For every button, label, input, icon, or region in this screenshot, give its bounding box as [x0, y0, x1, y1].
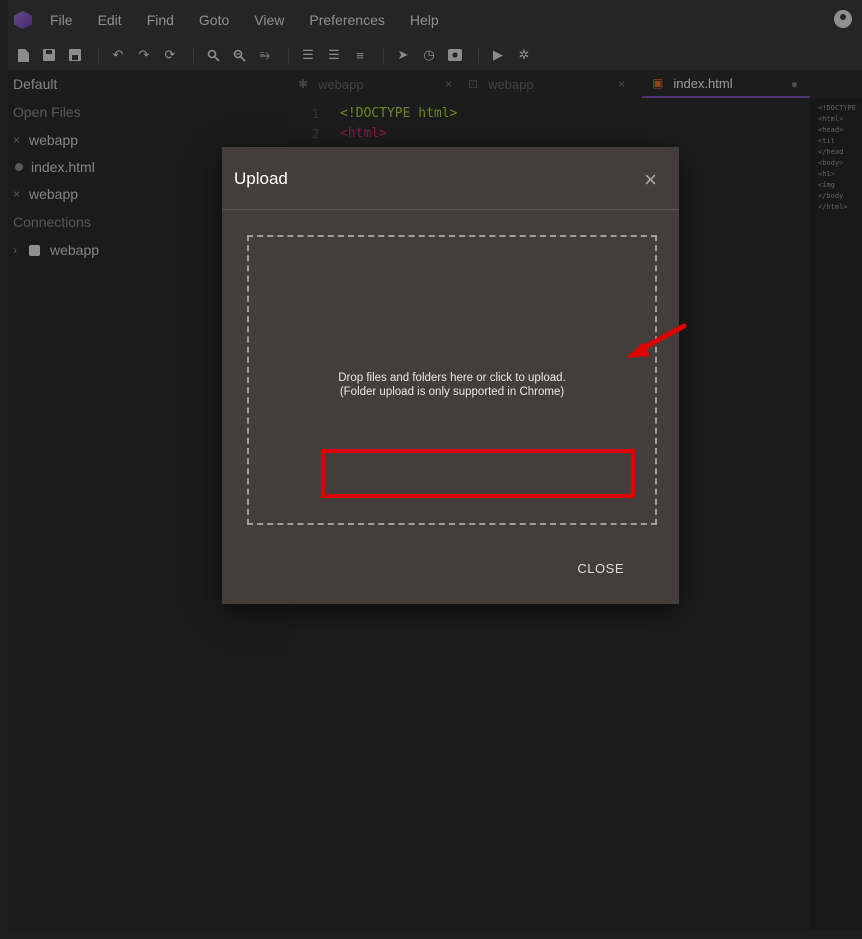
- annotation-highlight-box: [321, 449, 635, 498]
- dropzone-text-line1: Drop files and folders here or click to …: [338, 372, 566, 384]
- dropzone-text-line2: (Folder upload is only supported in Chro…: [339, 386, 565, 398]
- close-button[interactable]: CLOSE: [577, 561, 624, 576]
- upload-dialog: Upload × Drop files and folders here or …: [222, 147, 679, 604]
- annotation-arrow-icon: [626, 323, 687, 358]
- close-icon[interactable]: ×: [644, 167, 657, 193]
- dropzone-instructions: Drop files and folders here or click to …: [249, 371, 655, 399]
- dialog-title: Upload: [234, 169, 288, 188]
- dialog-divider: [222, 209, 679, 210]
- upload-dropzone[interactable]: Drop files and folders here or click to …: [247, 235, 657, 525]
